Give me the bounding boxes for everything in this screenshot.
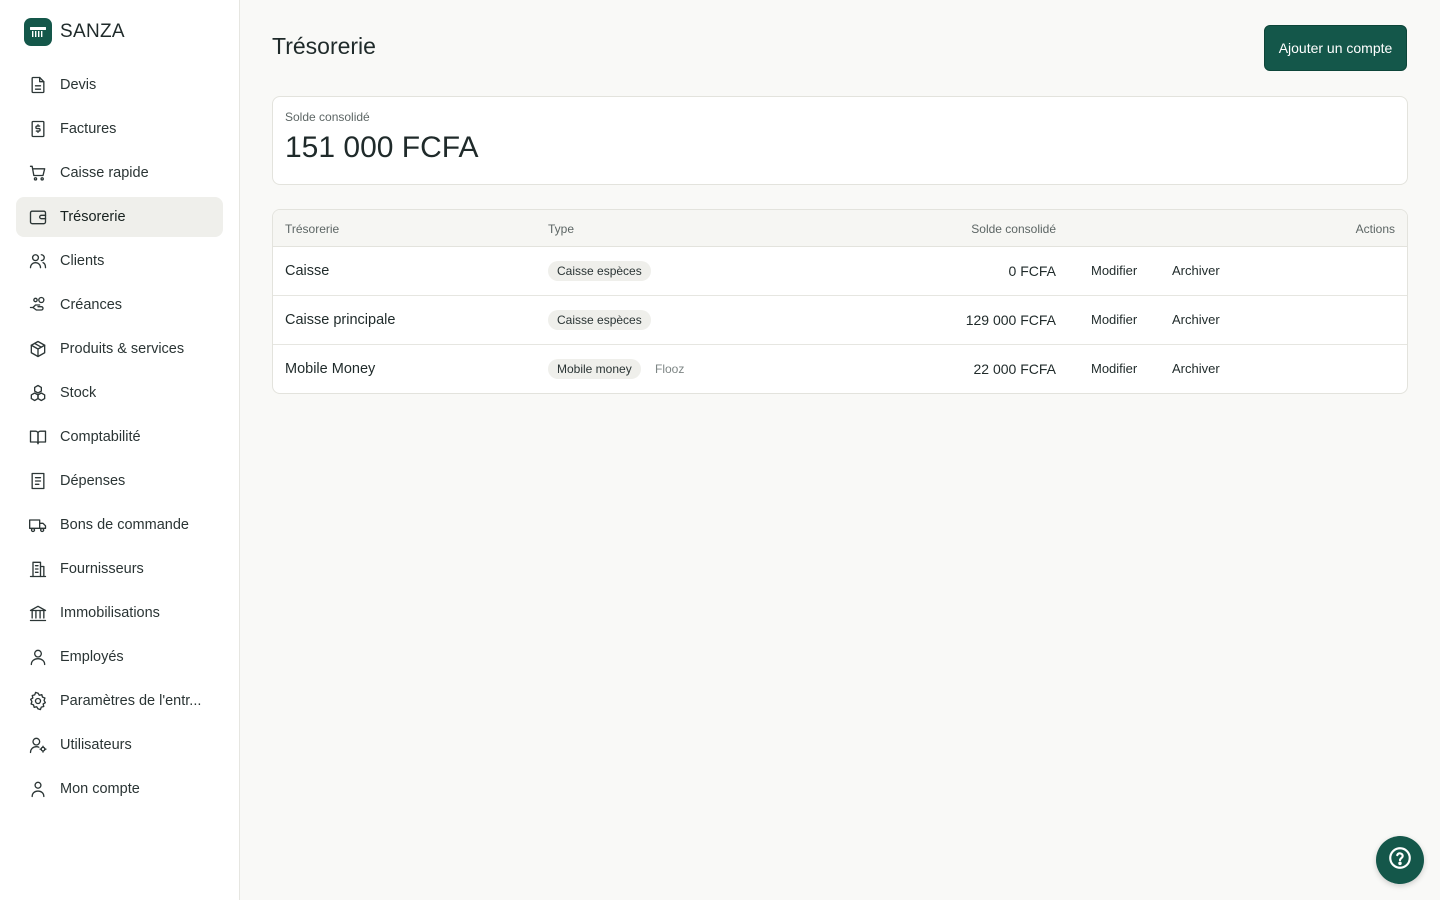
sidebar-item-bons-de-commande[interactable]: Bons de commande — [16, 505, 223, 545]
wallet-icon — [28, 207, 48, 227]
package-icon — [28, 339, 48, 359]
account-name: Mobile Money — [285, 361, 376, 377]
edit-button[interactable]: Modifier — [1091, 312, 1137, 327]
sidebar-item-label: Mon compte — [60, 781, 140, 797]
column-header-actions: Actions — [1355, 222, 1395, 236]
type-badge: Mobile money — [548, 359, 641, 379]
help-circle-icon — [1387, 845, 1413, 876]
sidebar-item-label: Paramètres de l'entr... — [60, 693, 202, 709]
sidebar-item-label: Comptabilité — [60, 429, 141, 445]
bank-icon — [28, 603, 48, 623]
sidebar-item-comptabilite[interactable]: Comptabilité — [16, 417, 223, 457]
add-account-button[interactable]: Ajouter un compte — [1264, 25, 1407, 71]
sidebar-item-label: Clients — [60, 253, 105, 269]
truck-icon — [28, 515, 48, 535]
table-row: Caisse Caisse espèces 0 FCFA Modifier Ar… — [273, 247, 1407, 296]
edit-button[interactable]: Modifier — [1091, 361, 1137, 376]
sidebar-item-creances[interactable]: Créances — [16, 285, 223, 325]
archive-button[interactable]: Archiver — [1172, 361, 1220, 376]
sidebar-item-label: Trésorerie — [60, 209, 126, 225]
sidebar-item-stock[interactable]: Stock — [16, 373, 223, 413]
sidebar-item-mon-compte[interactable]: Mon compte — [16, 769, 223, 809]
column-header-type: Type — [548, 222, 575, 236]
table-header: Trésorerie Type Solde consolidé Actions — [273, 210, 1407, 247]
sidebar-item-parametres[interactable]: Paramètres de l'entr... — [16, 681, 223, 721]
sidebar-item-label: Utilisateurs — [60, 737, 132, 753]
sidebar-item-produits-services[interactable]: Produits & services — [16, 329, 223, 369]
help-button[interactable] — [1376, 836, 1424, 884]
sidebar-item-label: Dépenses — [60, 473, 126, 489]
sidebar-item-label: Créances — [60, 297, 123, 313]
type-badge: Caisse espèces — [548, 310, 651, 330]
cash-register-icon — [24, 18, 52, 46]
brand-name: SANZA — [60, 21, 125, 42]
account-name: Caisse principale — [285, 312, 396, 328]
user-cog-icon — [28, 735, 48, 755]
boxes-icon — [28, 383, 48, 403]
archive-button[interactable]: Archiver — [1172, 263, 1220, 278]
gear-icon — [28, 691, 48, 711]
receipt-icon — [28, 471, 48, 491]
sidebar: SANZA Devis Factures Caisse rapide Tréso… — [0, 0, 240, 900]
building-icon — [28, 559, 48, 579]
sidebar-item-label: Caisse rapide — [60, 165, 149, 181]
archive-button[interactable]: Archiver — [1172, 312, 1220, 327]
balance-label: Solde consolidé — [285, 110, 370, 124]
document-icon — [28, 75, 48, 95]
page-title: Trésorerie — [272, 33, 376, 59]
sidebar-item-immobilisations[interactable]: Immobilisations — [16, 593, 223, 633]
user-icon — [28, 647, 48, 667]
users-icon — [28, 251, 48, 271]
brand[interactable]: SANZA — [24, 18, 125, 46]
invoice-dollar-icon — [28, 119, 48, 139]
column-header-solde: Solde consolidé — [971, 222, 1056, 236]
sidebar-item-tresorerie[interactable]: Trésorerie — [16, 197, 223, 237]
sidebar-item-label: Employés — [60, 649, 124, 665]
account-balance: 129 000 FCFA — [965, 312, 1056, 328]
sidebar-nav: Devis Factures Caisse rapide Trésorerie … — [16, 65, 223, 813]
sidebar-item-employes[interactable]: Employés — [16, 637, 223, 677]
sidebar-item-label: Fournisseurs — [60, 561, 144, 577]
main-content: Trésorerie Ajouter un compte Solde conso… — [240, 0, 1440, 900]
table-row: Mobile Money Mobile money Flooz 22 000 F… — [273, 345, 1407, 393]
provider-label: Flooz — [655, 362, 685, 376]
account-balance: 0 FCFA — [1008, 263, 1056, 279]
sidebar-item-utilisateurs[interactable]: Utilisateurs — [16, 725, 223, 765]
sidebar-item-label: Stock — [60, 385, 97, 401]
sidebar-item-caisse-rapide[interactable]: Caisse rapide — [16, 153, 223, 193]
sidebar-item-fournisseurs[interactable]: Fournisseurs — [16, 549, 223, 589]
hand-coins-icon — [28, 295, 48, 315]
sidebar-item-label: Immobilisations — [60, 605, 160, 621]
account-balance: 22 000 FCFA — [973, 361, 1057, 377]
sidebar-item-label: Factures — [60, 121, 117, 137]
book-icon — [28, 427, 48, 447]
sidebar-item-clients[interactable]: Clients — [16, 241, 223, 281]
sidebar-item-label: Devis — [60, 77, 97, 93]
sidebar-item-label: Bons de commande — [60, 517, 189, 533]
sidebar-item-label: Produits & services — [60, 341, 185, 357]
account-name: Caisse — [285, 263, 330, 279]
edit-button[interactable]: Modifier — [1091, 263, 1137, 278]
consolidated-balance-card: Solde consolidé 151 000 FCFA — [272, 96, 1408, 185]
type-badge: Caisse espèces — [548, 261, 651, 281]
table-row: Caisse principale Caisse espèces 129 000… — [273, 296, 1407, 345]
sidebar-item-factures[interactable]: Factures — [16, 109, 223, 149]
sidebar-item-depenses[interactable]: Dépenses — [16, 461, 223, 501]
sidebar-item-devis[interactable]: Devis — [16, 65, 223, 105]
cart-icon — [28, 163, 48, 183]
account-icon — [28, 779, 48, 799]
balance-value: 151 000 FCFA — [285, 131, 479, 164]
column-header-tresorerie: Trésorerie — [285, 222, 340, 236]
treasury-table: Trésorerie Type Solde consolidé Actions … — [272, 209, 1408, 394]
